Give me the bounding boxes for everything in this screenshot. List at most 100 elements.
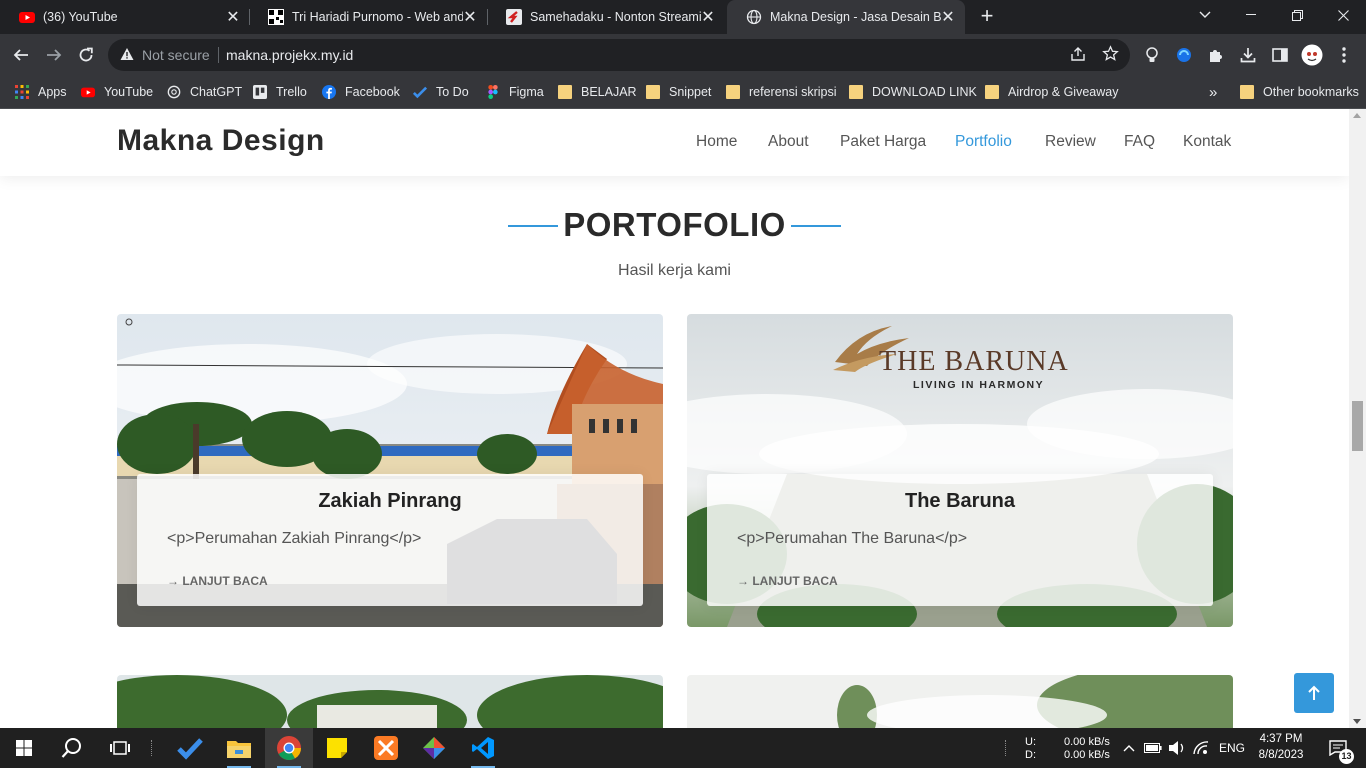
not-secure-label[interactable]: Not secure [142,47,210,63]
language-indicator[interactable]: ENG [1219,741,1245,755]
reload-button[interactable] [73,42,99,68]
page-scrollbar[interactable] [1349,109,1366,728]
tab-close-icon[interactable]: ✕ [226,7,240,27]
portfolio-image [117,675,663,728]
notification-count-badge: 13 [1339,749,1354,764]
tab-tri-hariadi[interactable]: Tri Hariadi Purnomo - Web and M ✕ [249,0,487,34]
bookmark-facebook[interactable]: Facebook [322,83,400,101]
new-tab-button[interactable]: + [975,4,999,28]
scroll-down-arrow-icon[interactable] [1353,719,1361,724]
arrow-up-icon [1308,685,1320,700]
card-title[interactable]: The Baruna [707,490,1213,513]
card-info-box: The Baruna <p>Perumahan The Baruna</p> →… [707,474,1213,606]
tab-title: Makna Design - Jasa Desain Bang [770,10,941,24]
bookmark-chatgpt[interactable]: ChatGPT [167,83,242,101]
taskbar-chrome[interactable] [265,728,313,768]
volume-button[interactable] [1166,728,1188,768]
url-text[interactable]: makna.projekx.my.id [226,47,353,63]
blue-extension-icon[interactable] [1173,44,1195,66]
nav-kontak[interactable]: Kontak [1183,133,1231,151]
card-info-box: Zakiah Pinrang <p>Perumahan Zakiah Pinra… [137,474,643,606]
apps-grid-icon [15,85,29,99]
portfolio-card-4[interactable] [687,675,1233,728]
tab-samehadaku[interactable]: Samehadaku - Nonton Streaming ✕ [487,0,725,34]
nav-about[interactable]: About [768,133,809,151]
clock-time[interactable]: 4:37 PM [1257,733,1305,745]
bookmarks-overflow-button[interactable]: » [1209,83,1217,101]
back-to-top-button[interactable] [1294,673,1334,713]
bookmark-folder-snippet[interactable]: Snippet [646,83,711,101]
taskbar-git[interactable] [410,728,458,768]
extensions-puzzle-icon[interactable] [1205,44,1227,66]
bookmark-youtube[interactable]: YouTube [81,83,153,101]
taskbar-vscode[interactable] [459,728,507,768]
profile-avatar[interactable] [1301,44,1323,66]
network-button[interactable] [1190,728,1212,768]
bookmark-label: referensi skripsi [749,85,837,99]
portfolio-card-3[interactable] [117,675,663,728]
read-more-link[interactable]: → LANJUT BACA [737,574,838,588]
card-title[interactable]: Zakiah Pinrang [137,490,643,513]
portfolio-card-zakiah[interactable]: Zakiah Pinrang <p>Perumahan Zakiah Pinra… [117,314,663,627]
notification-center-button[interactable]: 13 [1318,728,1358,768]
address-bar[interactable]: Not secure makna.projekx.my.id [108,39,1130,71]
samehadaku-icon [506,9,522,25]
taskbar-todo[interactable] [166,728,214,768]
taskbar-sticky-notes[interactable] [313,728,361,768]
net-down-label: D: [1025,749,1036,761]
youtube-icon [19,12,35,23]
nav-paket-harga[interactable]: Paket Harga [840,133,926,151]
bookmark-figma[interactable]: Figma [486,83,544,101]
site-logo[interactable]: Makna Design [117,124,325,158]
taskbar-file-explorer[interactable] [215,728,263,768]
tab-makna-design[interactable]: Makna Design - Jasa Desain Bang ✕ [727,0,965,34]
lightbulb-extension-icon[interactable] [1141,44,1163,66]
bookmarks-bar: Apps YouTube ChatGPT Trello Facebook To … [0,76,1366,109]
battery-button[interactable] [1142,728,1164,768]
minimize-button[interactable] [1228,0,1274,30]
net-up-speed: 0.00 kB/s [1064,736,1110,748]
start-button[interactable] [0,728,48,768]
close-window-button[interactable] [1320,0,1366,30]
folder-icon [985,85,999,99]
tab-close-icon[interactable]: ✕ [941,7,955,27]
tab-youtube[interactable]: (36) YouTube ✕ [0,0,250,34]
site-header: Makna Design Home About Paket Harga Port… [0,109,1349,176]
bookmark-folder-belajar[interactable]: BELAJAR [558,83,637,101]
nav-review[interactable]: Review [1045,133,1096,151]
tab-search-icon[interactable] [1182,0,1228,30]
bookmark-folder-referensi[interactable]: referensi skripsi [726,83,837,101]
nav-home[interactable]: Home [696,133,737,151]
scrollbar-thumb[interactable] [1352,401,1363,451]
bookmark-trello[interactable]: Trello [253,83,307,101]
task-view-button[interactable] [96,728,144,768]
side-panel-icon[interactable] [1269,44,1291,66]
restore-button[interactable] [1274,0,1320,30]
battery-icon [1144,743,1162,753]
clock-date[interactable]: 8/8/2023 [1255,749,1307,761]
bookmark-todo[interactable]: To Do [413,83,469,101]
scroll-up-arrow-icon[interactable] [1353,113,1361,118]
bookmark-apps[interactable]: Apps [15,83,67,101]
portfolio-card-baruna[interactable]: THE BARUNA LIVING IN HARMONY The Baruna … [687,314,1233,627]
bookmark-folder-download[interactable]: DOWNLOAD LINK [849,83,977,101]
forward-button[interactable] [41,42,67,68]
browser-toolbar: Not secure makna.projekx.my.id [0,34,1366,76]
bookmark-folder-airdrop[interactable]: Airdrop & Giveaway [985,83,1118,101]
back-button[interactable] [8,42,34,68]
read-more-link[interactable]: → LANJUT BACA [167,574,268,588]
nav-portfolio[interactable]: Portfolio [955,133,1012,151]
other-bookmarks[interactable]: Other bookmarks [1240,83,1359,101]
share-icon[interactable] [1070,46,1086,62]
nav-faq[interactable]: FAQ [1124,133,1155,151]
show-hidden-icons-button[interactable] [1120,728,1138,768]
tab-close-icon[interactable]: ✕ [701,7,715,27]
tab-close-icon[interactable]: ✕ [463,7,477,27]
taskbar-xampp[interactable] [362,728,410,768]
bookmark-star-icon[interactable] [1102,45,1119,62]
search-button[interactable] [48,728,96,768]
warning-icon[interactable] [120,47,134,61]
chrome-menu-icon[interactable] [1333,44,1355,66]
download-icon[interactable] [1237,44,1259,66]
tab-title: (36) YouTube [43,10,118,24]
